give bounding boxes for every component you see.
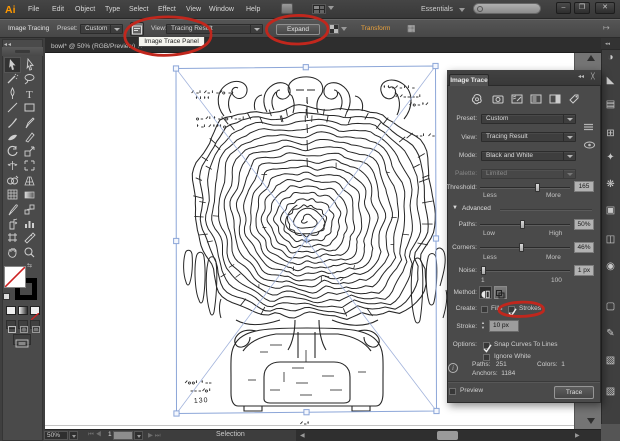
svg-text:T: T [26, 89, 33, 100]
svg-text:130: 130 [194, 397, 209, 405]
